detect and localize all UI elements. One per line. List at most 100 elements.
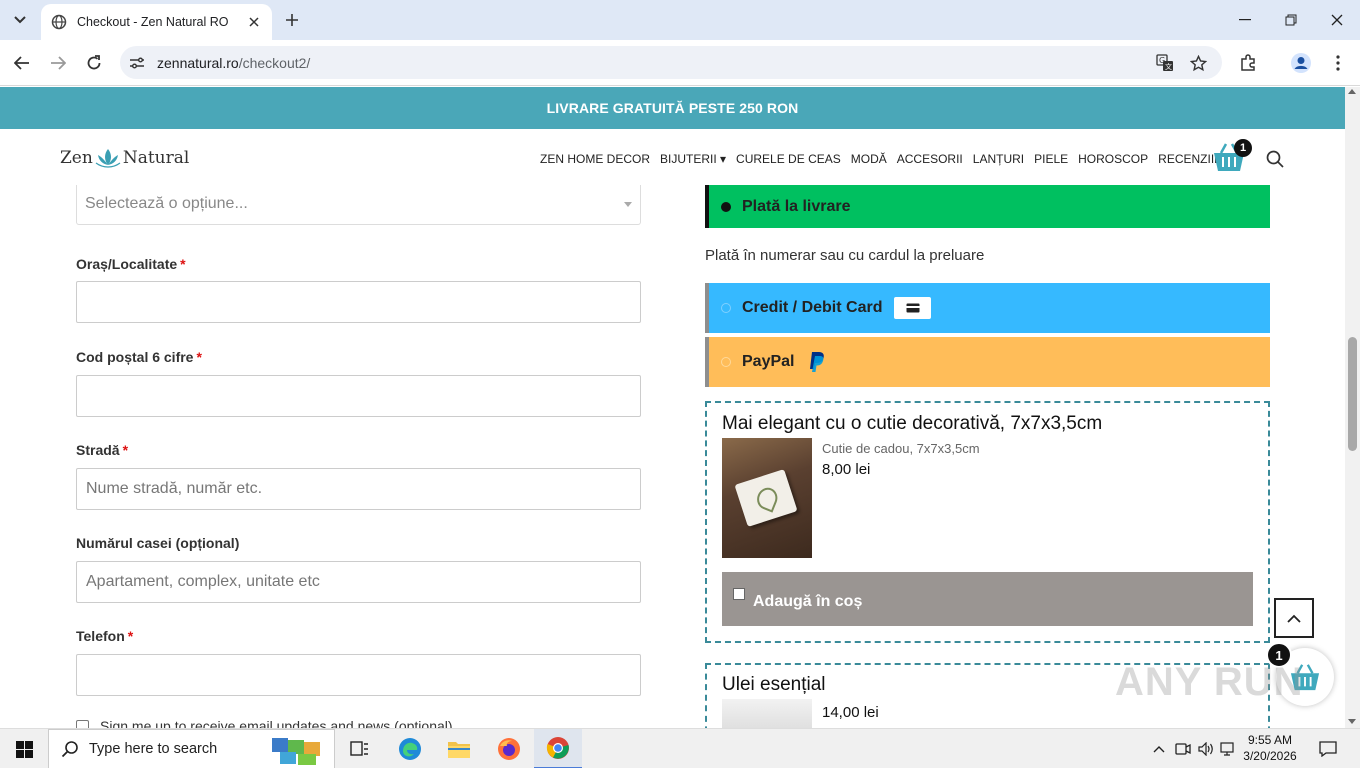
county-select-placeholder: Selectează o opțiune... [85, 195, 248, 212]
phone-input[interactable] [76, 654, 641, 696]
add-to-cart-label: Adaugă în coș [753, 593, 863, 610]
postal-code-input[interactable] [76, 375, 641, 417]
new-tab-icon[interactable] [280, 8, 304, 32]
page-scrollbar[interactable] [1345, 87, 1360, 728]
house-number-input[interactable]: Apartament, complex, unitate etc [76, 561, 641, 603]
paypal-logo-icon [810, 352, 825, 372]
volume-icon[interactable] [1197, 729, 1215, 768]
tab-title: Checkout - Zen Natural RO [77, 15, 229, 29]
lotus-icon [95, 149, 121, 168]
svg-text:文: 文 [1165, 62, 1172, 71]
bookmark-star-icon[interactable] [1189, 54, 1207, 72]
restore-icon[interactable] [1268, 0, 1314, 40]
nav-item-bijuterii[interactable]: BIJUTERII ▾ [660, 152, 726, 166]
file-explorer-icon[interactable] [435, 729, 483, 768]
tray-chevron-up-icon[interactable] [1150, 729, 1168, 768]
browser-tab-active[interactable]: Checkout - Zen Natural RO [41, 4, 272, 40]
select-arrow-icon [624, 202, 632, 207]
profile-avatar-icon[interactable] [1289, 51, 1313, 75]
payment-card-label: Credit / Debit Card [742, 299, 883, 316]
city-input[interactable] [76, 281, 641, 323]
scroll-to-top-button[interactable] [1274, 598, 1314, 638]
city-label: Oraș/Localitate * [76, 256, 186, 272]
nav-item-accesorii[interactable]: ACCESORII [897, 152, 963, 166]
radio-unselected-icon[interactable] [721, 357, 731, 367]
main-nav: ZEN HOME DECOR BIJUTERII ▾ CURELE DE CEA… [540, 152, 1239, 166]
phone-label: Telefon * [76, 628, 134, 644]
browser-menu-icon[interactable] [1326, 51, 1350, 75]
upsell-price: 8,00 lei [822, 461, 871, 478]
street-label: Stradă * [76, 442, 129, 458]
network-icon[interactable] [1219, 729, 1237, 768]
tab-search-dropdown-icon[interactable] [8, 8, 32, 32]
payment-paypal-label: PayPal [742, 353, 795, 370]
taskbar-search-placeholder: Type here to search [89, 741, 218, 757]
chrome-icon[interactable] [534, 729, 582, 768]
nav-item-horoscop[interactable]: HOROSCOP [1078, 152, 1148, 166]
street-input-placeholder: Nume stradă, număr etc. [86, 480, 263, 497]
gift-box-product-image [722, 438, 812, 558]
watermark-text: ANY RUN [1115, 660, 1304, 704]
url-path: /checkout2/ [238, 55, 311, 71]
url-text: zennatural.ro/checkout2/ [157, 55, 310, 71]
house-number-placeholder: Apartament, complex, unitate etc [86, 573, 320, 590]
cart-count-badge: 1 [1234, 139, 1252, 157]
nav-item-lanturi[interactable]: LANȚURI [973, 152, 1024, 166]
globe-icon [51, 14, 67, 30]
taskbar-clock[interactable]: 9:55 AM 3/20/2026 [1240, 732, 1300, 764]
reload-icon[interactable] [82, 51, 106, 75]
nav-item-moda[interactable]: MODĂ [851, 152, 887, 166]
extensions-puzzle-icon[interactable] [1236, 51, 1260, 75]
search-icon [61, 741, 78, 758]
radio-unselected-icon[interactable] [721, 303, 731, 313]
payment-cod-label: Plată la livrare [742, 197, 851, 215]
credit-card-icon [894, 297, 932, 319]
back-arrow-icon[interactable] [10, 51, 34, 75]
payment-option-card[interactable]: Credit / Debit Card [705, 283, 1270, 333]
forward-arrow-icon[interactable] [46, 51, 70, 75]
browser-toolbar: zennatural.ro/checkout2/ G文 [0, 40, 1360, 86]
task-view-icon[interactable] [336, 729, 384, 768]
close-window-icon[interactable] [1314, 0, 1360, 40]
meet-now-icon[interactable] [1174, 729, 1192, 768]
firefox-icon[interactable] [485, 729, 533, 768]
logo-text-right: Natural [122, 148, 190, 168]
site-logo[interactable]: Zen Natural [60, 147, 189, 169]
scroll-up-arrow-icon[interactable] [1348, 89, 1356, 94]
notifications-icon[interactable] [1316, 729, 1340, 768]
minimize-icon[interactable] [1222, 0, 1268, 40]
site-settings-icon[interactable] [128, 54, 146, 72]
payment-cod-description: Plată în numerar sau cu cardul la prelua… [705, 247, 985, 264]
windows-taskbar: Type here to search 9:55 AM 3/20/2026 [0, 728, 1360, 768]
county-select[interactable]: Selectează o opțiune... [76, 185, 641, 225]
scrollbar-thumb[interactable] [1348, 337, 1357, 451]
nav-item-piele[interactable]: PIELE [1034, 152, 1068, 166]
search-icon[interactable] [1266, 150, 1284, 168]
upsell-subtitle: Cutie de cadou, 7x7x3,5cm [822, 441, 980, 456]
tab-close-icon[interactable] [246, 14, 262, 30]
url-host: zennatural.ro [157, 55, 239, 71]
taskbar-search-box[interactable]: Type here to search [48, 729, 335, 768]
chevron-up-icon [1287, 614, 1301, 623]
house-number-label: Numărul casei (opțional) [76, 535, 240, 551]
edge-browser-icon[interactable] [386, 729, 434, 768]
search-highlight-puzzle-icon [272, 738, 320, 765]
payment-option-paypal[interactable]: PayPal [705, 337, 1270, 387]
payment-option-cod[interactable]: Plată la livrare [705, 185, 1270, 228]
add-to-cart-checkbox[interactable] [733, 588, 745, 600]
scroll-down-arrow-icon[interactable] [1348, 719, 1356, 724]
translate-icon[interactable]: G文 [1156, 54, 1174, 72]
browser-tab-bar: Checkout - Zen Natural RO [0, 0, 1360, 40]
add-to-cart-button[interactable]: Adaugă în coș [722, 572, 1253, 626]
upsell-title: Mai elegant cu o cutie decorativă, 7x7x3… [722, 413, 1103, 434]
street-input[interactable]: Nume stradă, număr etc. [76, 468, 641, 510]
upsell-price: 14,00 lei [822, 704, 879, 721]
nav-item-curele-de-ceas[interactable]: CURELE DE CEAS [736, 152, 841, 166]
radio-selected-icon[interactable] [721, 201, 731, 212]
address-bar[interactable]: zennatural.ro/checkout2/ G文 [120, 46, 1222, 79]
postal-code-label: Cod poștal 6 cifre * [76, 349, 202, 365]
windows-start-icon[interactable] [0, 729, 48, 768]
header-cart-basket-icon[interactable]: 1 [1212, 139, 1252, 173]
clock-date: 3/20/2026 [1243, 749, 1297, 763]
nav-item-zen-home-decor[interactable]: ZEN HOME DECOR [540, 152, 650, 166]
